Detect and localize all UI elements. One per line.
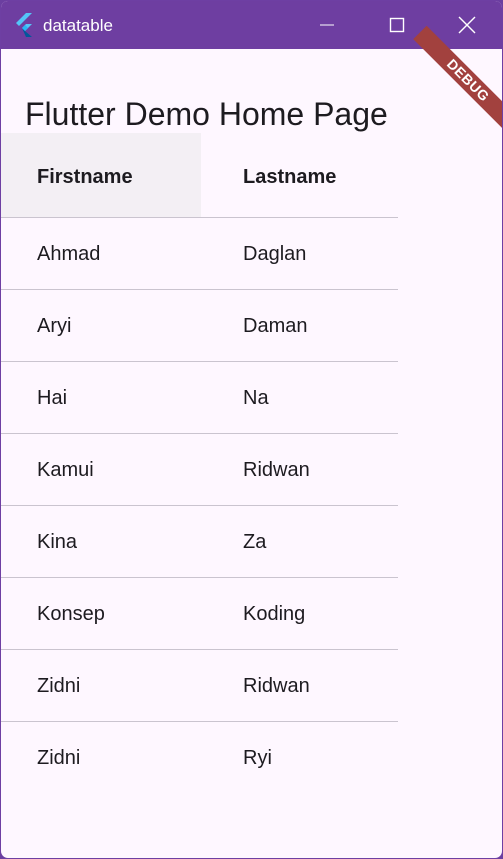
cell-lastname: Ryi bbox=[243, 747, 272, 769]
cell-firstname: Zidni bbox=[37, 747, 81, 769]
table-row[interactable]: Kina Za bbox=[1, 506, 398, 578]
cell-firstname: Ahmad bbox=[37, 243, 101, 265]
cell-lastname: Koding bbox=[243, 603, 306, 625]
cell-firstname: Hai bbox=[37, 387, 68, 409]
cell-lastname: Na bbox=[243, 387, 269, 409]
window-title: datatable bbox=[43, 16, 113, 35]
page-title: Flutter Demo Home Page bbox=[25, 96, 388, 133]
maximize-icon bbox=[389, 17, 405, 33]
table-row[interactable]: Zidni Ridwan bbox=[1, 650, 398, 722]
cell-lastname: Ridwan bbox=[243, 675, 310, 697]
table-row[interactable]: Aryi Daman bbox=[1, 290, 398, 362]
cell-lastname: Za bbox=[243, 531, 267, 553]
column-header-firstname[interactable]: Firstname bbox=[37, 165, 133, 189]
cell-firstname: Kina bbox=[37, 531, 78, 553]
table-header-row: Firstname Lastname bbox=[1, 133, 398, 218]
table-row[interactable]: Kamui Ridwan bbox=[1, 434, 398, 506]
data-table: Firstname Lastname Ahmad Daglan Aryi Dam… bbox=[1, 133, 398, 793]
table-row[interactable]: Konsep Koding bbox=[1, 578, 398, 650]
table-row[interactable]: Zidni Ryi bbox=[1, 722, 398, 793]
cell-lastname: Daglan bbox=[243, 243, 307, 265]
cell-lastname: Ridwan bbox=[243, 459, 310, 481]
cell-firstname: Konsep bbox=[37, 603, 105, 625]
cell-lastname: Daman bbox=[243, 315, 308, 337]
cell-firstname: Zidni bbox=[37, 675, 81, 697]
app-window: datatable DEBUG Flutter Demo Home Page F… bbox=[0, 0, 503, 859]
column-header-lastname[interactable]: Lastname bbox=[243, 165, 336, 189]
table-row[interactable]: Ahmad Daglan bbox=[1, 218, 398, 290]
minimize-icon bbox=[320, 24, 334, 26]
table-row[interactable]: Hai Na bbox=[1, 362, 398, 434]
flutter-logo-icon bbox=[16, 13, 32, 37]
cell-firstname: Aryi bbox=[37, 315, 72, 337]
close-icon bbox=[458, 16, 476, 34]
minimize-button[interactable] bbox=[292, 1, 362, 49]
cell-firstname: Kamui bbox=[37, 459, 94, 481]
